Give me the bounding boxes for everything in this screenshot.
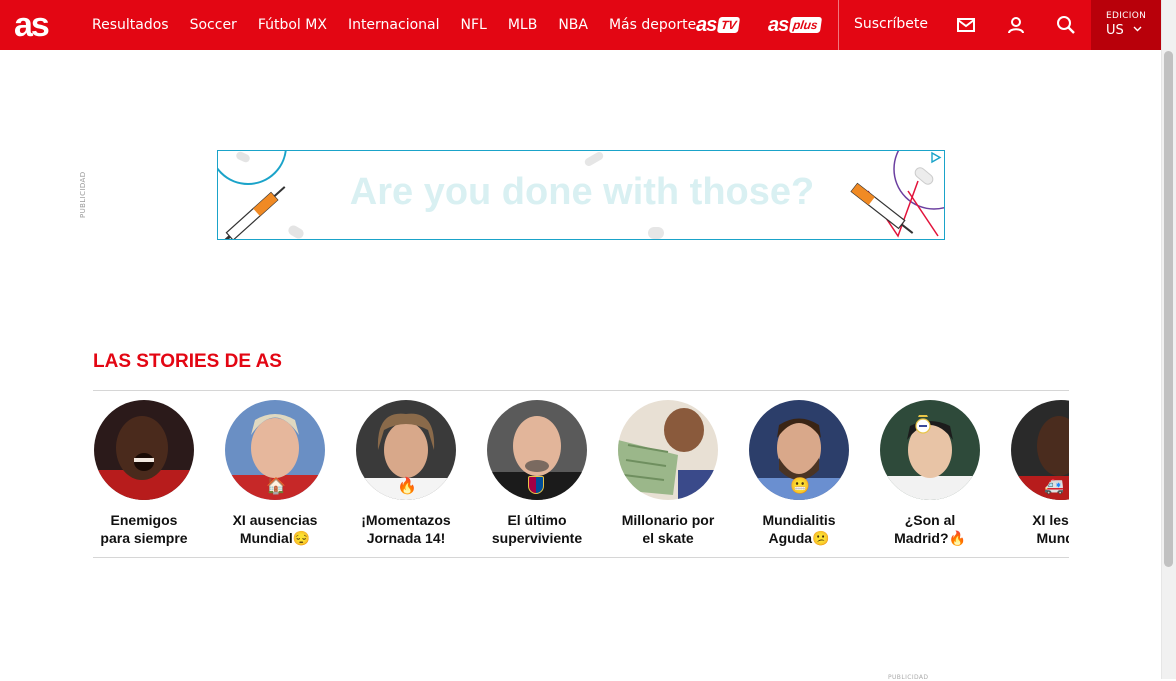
publicidad-label-bottom: PUBLICIDAD xyxy=(888,674,929,681)
stories-top-divider xyxy=(93,390,1069,391)
stories-section-title[interactable]: LAS STORIES DE AS xyxy=(93,351,282,373)
story-caption: El último superviviente xyxy=(491,512,583,546)
nav-mas-deporte[interactable]: Más deporte xyxy=(609,17,696,33)
stories-carousel[interactable]: Enemigos para siempre 🏠 XI ausencias Mundi… xyxy=(93,400,1069,550)
nav-mlb[interactable]: MLB xyxy=(508,17,537,33)
as-tv-chip: TV xyxy=(717,17,741,33)
real-madrid-crest-icon xyxy=(915,414,931,434)
story-caption: XI ausencias Mundial😔 xyxy=(232,512,318,546)
edition-value: US xyxy=(1106,23,1124,38)
nav-resultados[interactable]: Resultados xyxy=(92,17,169,33)
story-emoji: 😬 xyxy=(790,476,810,495)
stories-bottom-divider xyxy=(93,557,1069,558)
chevron-down-icon xyxy=(1133,26,1142,32)
story-caption: ¡Momentazos Jornada 14! xyxy=(361,512,451,546)
nav-nba[interactable]: NBA xyxy=(558,17,588,33)
story-emoji: 🔥 xyxy=(397,476,417,495)
story-emoji: 🏠 xyxy=(266,476,286,495)
story-caption: ¿Son al Madrid?🔥 xyxy=(894,512,966,546)
scrollbar-thumb[interactable] xyxy=(1164,51,1173,567)
nav-soccer[interactable]: Soccer xyxy=(190,17,237,33)
story-caption: Millonario por el skate xyxy=(621,512,715,546)
user-icon[interactable] xyxy=(1004,13,1028,37)
story-avatar[interactable] xyxy=(94,400,194,500)
subscribe-link[interactable]: Suscríbete xyxy=(854,16,928,32)
as-plus-link[interactable]: as plus xyxy=(768,12,823,38)
as-tv-link[interactable]: as TV xyxy=(696,12,741,38)
story-caption: XI lesionMundia xyxy=(1032,512,1069,546)
barcelona-crest-icon xyxy=(528,476,544,494)
advertisement-banner[interactable]: Are you done with those? xyxy=(217,150,945,240)
edition-selector[interactable]: EDICION US xyxy=(1091,0,1161,50)
nav-nfl[interactable]: NFL xyxy=(461,17,487,33)
as-logo[interactable]: as xyxy=(14,6,50,44)
ad-headline: Are you done with those? xyxy=(349,171,815,213)
story-emoji: 🚑 xyxy=(1044,476,1064,495)
search-icon[interactable] xyxy=(1054,13,1078,37)
header-divider xyxy=(838,0,839,50)
story-avatar[interactable] xyxy=(618,400,718,500)
story-caption: Mundialitis Aguda😕 xyxy=(762,512,836,546)
as-tv-word: as xyxy=(696,13,717,36)
story-caption: Enemigos para siempre xyxy=(100,512,188,546)
nav-futbol-mx[interactable]: Fútbol MX xyxy=(258,17,327,33)
top-navigation-bar: as Resultados Soccer Fútbol MX Internaci… xyxy=(0,0,1176,50)
publicidad-label: PUBLICIDAD xyxy=(79,171,87,218)
mail-icon[interactable] xyxy=(954,13,978,37)
nav-internacional[interactable]: Internacional xyxy=(348,17,440,33)
edition-label: EDICION xyxy=(1106,11,1147,21)
as-plus-chip: plus xyxy=(789,17,823,33)
main-nav: Resultados Soccer Fútbol MX Internaciona… xyxy=(92,0,717,50)
as-plus-word: as xyxy=(768,13,789,36)
